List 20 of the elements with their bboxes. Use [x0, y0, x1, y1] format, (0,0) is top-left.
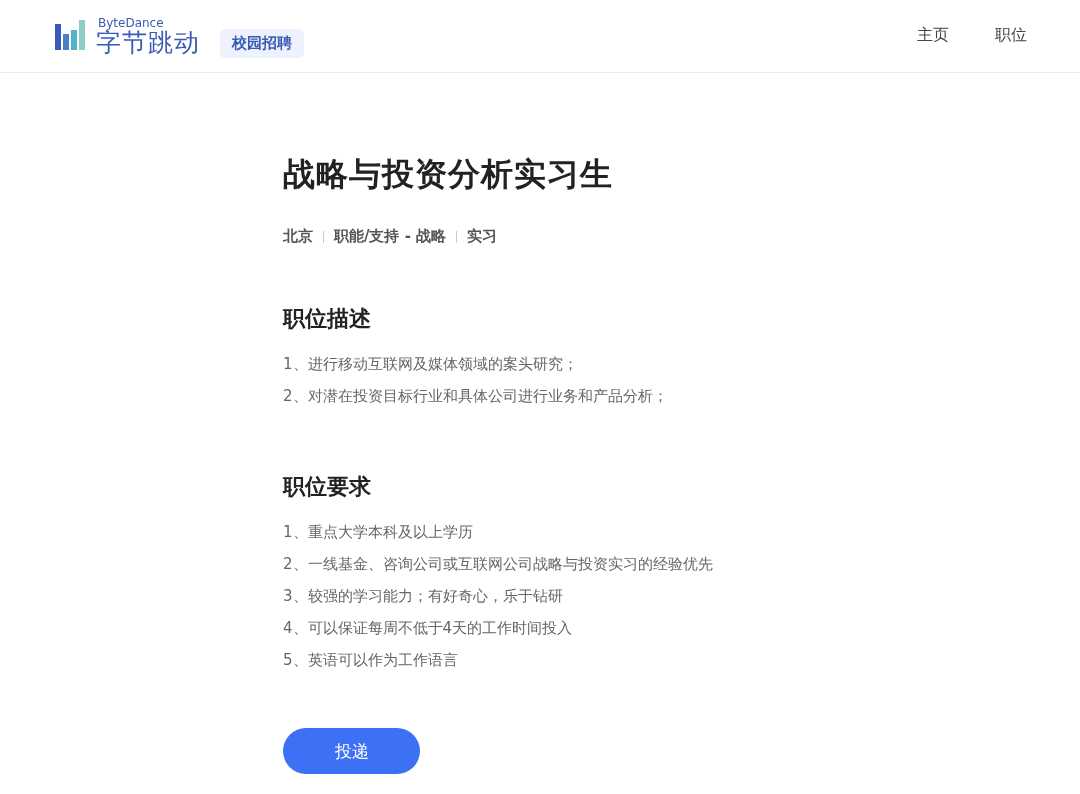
nav-link[interactable]: 职位 [995, 25, 1027, 46]
section-heading: 职位描述 [283, 305, 372, 333]
list-item: 1、重点大学本科及以上学历 [283, 522, 474, 543]
list-item: 5、英语可以作为工作语言 [283, 650, 459, 671]
logo-subtitle: ByteDance [98, 17, 165, 29]
apply-button[interactable]: 投递 [283, 728, 420, 774]
section-heading: 职位要求 [283, 473, 372, 501]
list-item: 3、较强的学习能力；有好奇心，乐于钻研 [283, 586, 564, 607]
job-meta: 实习 [467, 227, 498, 246]
campus-badge: 校园招聘 [220, 28, 304, 58]
logo-text: 字节跳动 [96, 30, 200, 55]
list-item: 2、对潜在投资目标行业和具体公司进行业务和产品分析； [283, 386, 669, 407]
list-item: 2、一线基金、咨询公司或互联网公司战略与投资实习的经验优先 [283, 554, 714, 575]
list-item: 4、可以保证每周不低于4天的工作时间投入 [283, 618, 574, 639]
list-item: 1、进行移动互联网及媒体领域的案头研究； [283, 354, 579, 375]
job-meta: 北京 [283, 227, 313, 246]
job-title: 战略与投资分析实习生 [283, 154, 614, 195]
bar-chart-logo-icon [55, 20, 86, 52]
nav-link[interactable]: 主页 [917, 25, 949, 46]
job-meta: 职能/支持 - 战略 [334, 227, 447, 246]
